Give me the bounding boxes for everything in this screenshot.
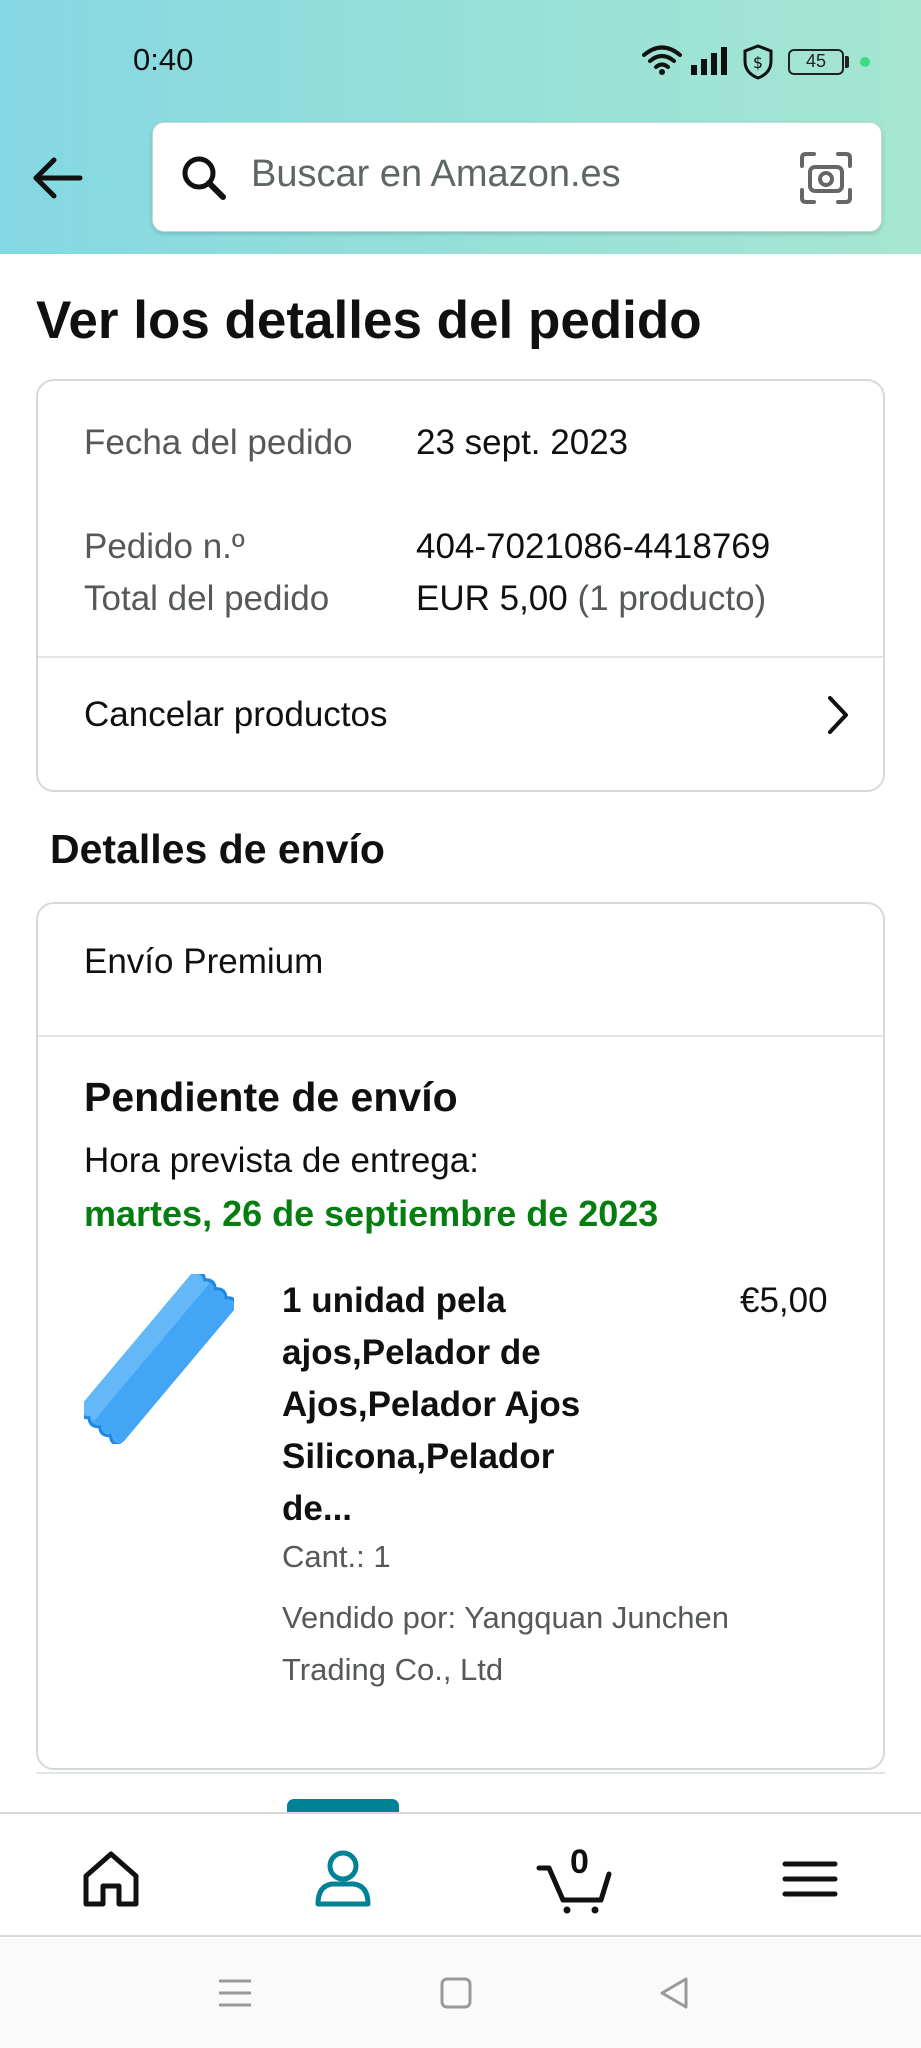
search-icon: [182, 156, 226, 200]
order-total-amount: EUR 5,00: [416, 579, 568, 618]
shipping-method: Envío Premium: [84, 942, 324, 981]
cancel-products-label: Cancelar productos: [84, 695, 388, 734]
back-system-icon[interactable]: [652, 1971, 696, 2015]
order-date-value: 23 sept. 2023: [416, 423, 629, 462]
wifi-icon: [642, 45, 682, 75]
svg-text:$: $: [753, 53, 763, 72]
product-quantity: Cant.: 1: [282, 1539, 391, 1574]
signal-icon: [691, 47, 727, 75]
product-image[interactable]: [84, 1274, 234, 1444]
shipping-status: Pendiente de envío: [84, 1074, 458, 1120]
home-system-icon[interactable]: [434, 1971, 478, 2015]
order-summary-card: Fecha del pedido 23 sept. 2023 Pedido n.…: [36, 379, 885, 792]
page-title: Ver los detalles del pedido: [36, 291, 702, 350]
shield-dollar-icon: $: [743, 44, 773, 80]
expected-delivery-date: martes, 26 de septiembre de 2023: [84, 1193, 659, 1234]
chevron-right-icon: [828, 696, 848, 734]
status-dot: [860, 57, 870, 67]
nav-active-indicator: [287, 1799, 399, 1812]
product-seller: Vendido por: Yangquan Junchen Trading Co…: [282, 1600, 730, 1687]
menu-icon[interactable]: [775, 1844, 845, 1914]
search-input[interactable]: Buscar en Amazon.es: [152, 122, 882, 232]
system-nav-bar: [0, 1939, 921, 2048]
camera-search-icon[interactable]: [798, 150, 854, 206]
cancel-products-button[interactable]: Cancelar productos: [38, 658, 883, 790]
product-price: €5,00: [740, 1281, 828, 1320]
order-date-label: Fecha del pedido: [84, 423, 353, 462]
content-divider: [36, 1772, 885, 1774]
battery-indicator: 45: [788, 49, 844, 75]
recent-apps-icon[interactable]: [213, 1971, 257, 2015]
cart-count-badge: 0: [570, 1843, 589, 1881]
order-total-value: EUR 5,00 (1 producto): [416, 573, 766, 625]
battery-tip: [845, 56, 849, 68]
status-time: 0:40: [133, 42, 194, 77]
card-divider: [38, 1035, 883, 1037]
expected-delivery-label: Hora prevista de entrega:: [84, 1141, 479, 1180]
order-total-count: (1 producto): [577, 579, 767, 618]
back-arrow-icon[interactable]: [28, 148, 88, 208]
top-header: 0:40 $ 45 Buscar en Amazon.es: [0, 0, 921, 254]
order-number-label: Pedido n.º: [84, 527, 245, 566]
bottom-nav: [0, 1812, 921, 1937]
shipping-section-title: Detalles de envío: [50, 826, 385, 872]
home-icon[interactable]: [76, 1844, 146, 1914]
search-placeholder: Buscar en Amazon.es: [251, 153, 621, 195]
order-total-label: Total del pedido: [84, 579, 330, 618]
account-icon[interactable]: [308, 1844, 378, 1914]
product-title-link[interactable]: 1 unidad pela ajos,Pelador de Ajos,Pelad…: [282, 1275, 622, 1535]
order-number-value: 404-7021086-4418769: [416, 527, 771, 566]
shipping-card: Envío Premium Pendiente de envío Hora pr…: [36, 902, 885, 1770]
